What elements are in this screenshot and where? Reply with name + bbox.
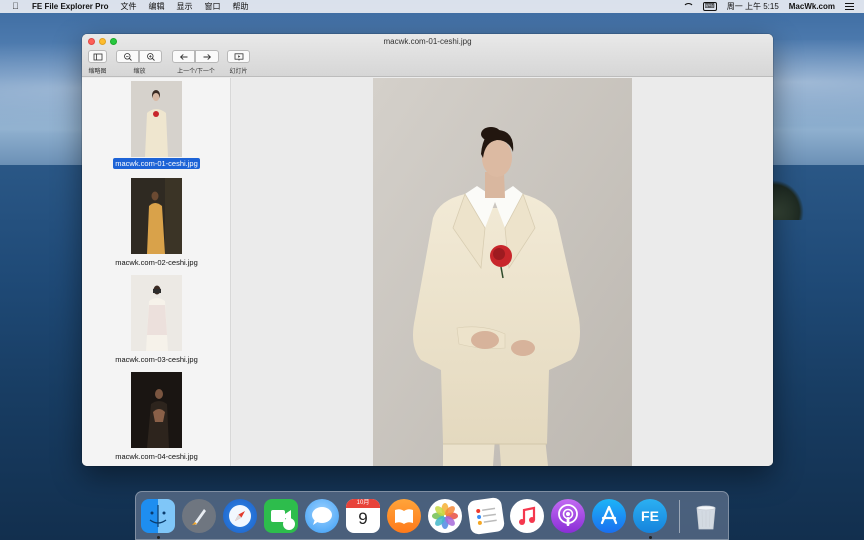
zoom-label: 缩放 [133, 69, 146, 75]
menu-edit[interactable]: 编辑 [148, 1, 164, 12]
slideshow-icon [234, 52, 243, 61]
facetime-icon[interactable] [264, 499, 298, 533]
prev-next-label: 上一个/下一个 [177, 69, 215, 75]
menubar-clock[interactable]: 周一 上午 5:15 [727, 1, 779, 12]
wifi-icon[interactable] [682, 2, 694, 11]
thumbnail-image-01[interactable] [131, 81, 182, 157]
podcasts-icon[interactable] [551, 499, 585, 533]
window-title: macwk.com-01-ceshi.jpg [383, 37, 472, 46]
menu-bar:  FE File Explorer Pro 文件 编辑 显示 窗口 帮助 ⌨ … [0, 0, 864, 13]
calendar-month: 10月 [346, 499, 380, 508]
thumbnail-image-04[interactable] [131, 372, 182, 448]
photos-icon[interactable] [428, 499, 462, 533]
app-menu[interactable]: FE File Explorer Pro [32, 2, 108, 11]
running-indicator [157, 536, 160, 539]
slideshow-label: 幻灯片 [229, 69, 248, 75]
thumbnail-image-02[interactable] [131, 178, 182, 254]
control-center-icon[interactable] [845, 3, 854, 10]
slideshow-button[interactable] [227, 50, 250, 63]
thumbnail-label[interactable]: macwk.com-03-ceshi.jpg [82, 355, 230, 364]
previous-button[interactable] [172, 50, 195, 63]
title-bar: macwk.com-01-ceshi.jpg 缩略图 缩放 上一个/下一个 幻灯… [82, 34, 773, 77]
zoom-out-icon [123, 52, 132, 61]
thumbnail-label[interactable]: macwk.com-02-ceshi.jpg [82, 258, 230, 267]
zoom-in-icon [146, 52, 155, 61]
music-icon[interactable] [510, 499, 544, 533]
menubar-brand[interactable]: MacWk.com [789, 2, 835, 11]
thumbnail-sidebar: macwk.com-01-ceshi.jpg macwk.com-02-cesh… [82, 78, 231, 466]
menu-help[interactable]: 帮助 [232, 1, 248, 12]
finder-icon[interactable] [141, 499, 175, 533]
trash-icon[interactable] [689, 499, 723, 533]
calendar-day: 9 [358, 509, 368, 528]
dock: 10月 9 FE [135, 491, 729, 540]
thumbnail-image-03[interactable] [131, 275, 182, 351]
fe-file-explorer-icon[interactable]: FE [633, 499, 667, 533]
fe-icon-label: FE [641, 508, 659, 524]
thumbnails-toggle-button[interactable] [88, 50, 107, 63]
reminders-icon[interactable] [466, 496, 506, 536]
arrow-right-icon [203, 53, 212, 60]
zoom-in-button[interactable] [139, 50, 162, 63]
thumbnail-label[interactable]: macwk.com-04-ceshi.jpg [82, 452, 230, 461]
app-store-icon[interactable] [592, 499, 626, 533]
apple-menu-icon[interactable]:  [12, 0, 24, 13]
main-photo[interactable] [373, 78, 632, 466]
dock-separator [679, 500, 680, 533]
menu-view[interactable]: 显示 [176, 1, 192, 12]
menu-file[interactable]: 文件 [120, 1, 136, 12]
sidebar-icon [93, 53, 102, 60]
running-indicator [649, 536, 652, 539]
app-window: macwk.com-01-ceshi.jpg 缩略图 缩放 上一个/下一个 幻灯… [82, 34, 773, 466]
safari-icon[interactable] [223, 499, 257, 533]
input-method-icon[interactable]: ⌨ [702, 2, 717, 11]
next-button[interactable] [195, 50, 219, 63]
messages-icon[interactable] [305, 499, 339, 533]
calendar-icon[interactable]: 10月 9 [346, 499, 380, 533]
launchpad-icon[interactable] [182, 499, 216, 533]
books-icon[interactable] [387, 499, 421, 533]
image-viewer [232, 78, 773, 466]
thumbnail-label[interactable]: macwk.com-01-ceshi.jpg [82, 158, 230, 169]
menu-window[interactable]: 窗口 [204, 1, 220, 12]
thumbnails-label: 缩略图 [88, 69, 107, 75]
zoom-out-button[interactable] [116, 50, 139, 63]
arrow-left-icon [179, 53, 187, 60]
